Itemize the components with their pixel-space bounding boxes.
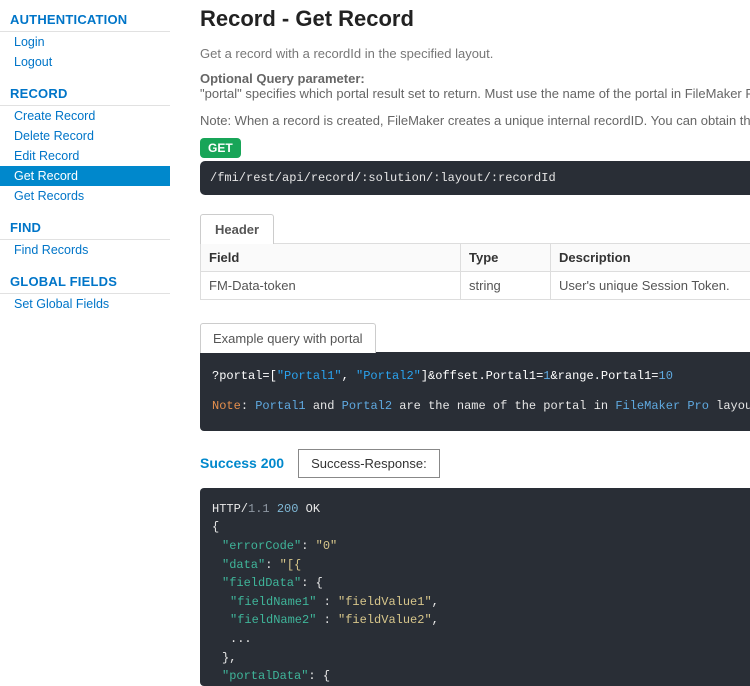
success-200-label[interactable]: Success 200 [200,455,284,471]
sidebar-item-get-record[interactable]: Get Record [0,166,170,186]
header-params-table: Field Type Description FM-Data-token str… [200,243,750,300]
example-note-line: Note: Portal1 and Portal2 are the name o… [212,396,750,416]
tab-example-query[interactable]: Example query with portal [200,323,376,353]
tab-success-response[interactable]: Success-Response: [298,449,440,478]
main-content: Record - Get Record Get a record with a … [170,0,750,686]
sidebar-section-authentication: AUTHENTICATION Login Logout [0,6,170,72]
cell-desc: User's unique Session Token. [551,272,750,300]
sidebar-section-record: RECORD Create Record Delete Record Edit … [0,80,170,206]
example-query-block: ?portal=["Portal1", "Portal2"]&offset.Po… [200,352,750,431]
sidebar-heading-find: FIND [0,214,170,240]
sidebar-section-global-fields: GLOBAL FIELDS Set Global Fields [0,268,170,314]
col-type: Type [461,244,551,272]
sidebar-item-set-global-fields[interactable]: Set Global Fields [0,294,170,314]
sidebar-heading-authentication: AUTHENTICATION [0,6,170,32]
sidebar-item-login[interactable]: Login [0,32,170,52]
success-row: Success 200 Success-Response: [200,449,750,478]
tab-header[interactable]: Header [200,214,274,244]
sidebar-item-find-records[interactable]: Find Records [0,240,170,260]
col-description: Description [551,244,750,272]
sidebar-heading-record: RECORD [0,80,170,106]
example-query-line: ?portal=["Portal1", "Portal2"]&offset.Po… [212,366,750,386]
cell-field: FM-Data-token [201,272,461,300]
page-title: Record - Get Record [200,6,750,32]
table-row: FM-Data-token string User's unique Sessi… [201,272,750,300]
success-response-block: HTTP/1.1 200 OK { "errorCode": "0" "data… [200,488,750,686]
optional-param-text: "portal" specifies which portal result s… [200,86,750,101]
col-field: Field [201,244,461,272]
endpoint-bar: /fmi/rest/api/record/:solution/:layout/:… [200,161,750,195]
endpoint-path: /fmi/rest/api/record/:solution/:layout/:… [210,171,556,185]
optional-param-block: Optional Query parameter: "portal" speci… [200,71,750,101]
sidebar-item-edit-record[interactable]: Edit Record [0,146,170,166]
sidebar-item-delete-record[interactable]: Delete Record [0,126,170,146]
sidebar-item-create-record[interactable]: Create Record [0,106,170,126]
page-description: Get a record with a recordId in the spec… [200,46,750,61]
cell-type: string [461,272,551,300]
http-method-badge: GET [200,138,241,158]
sidebar-heading-global-fields: GLOBAL FIELDS [0,268,170,294]
record-id-note: Note: When a record is created, FileMake… [200,113,750,128]
sidebar-section-find: FIND Find Records [0,214,170,260]
sidebar: AUTHENTICATION Login Logout RECORD Creat… [0,0,170,686]
sidebar-item-logout[interactable]: Logout [0,52,170,72]
optional-param-label: Optional Query parameter: [200,71,750,86]
sidebar-item-get-records[interactable]: Get Records [0,186,170,206]
